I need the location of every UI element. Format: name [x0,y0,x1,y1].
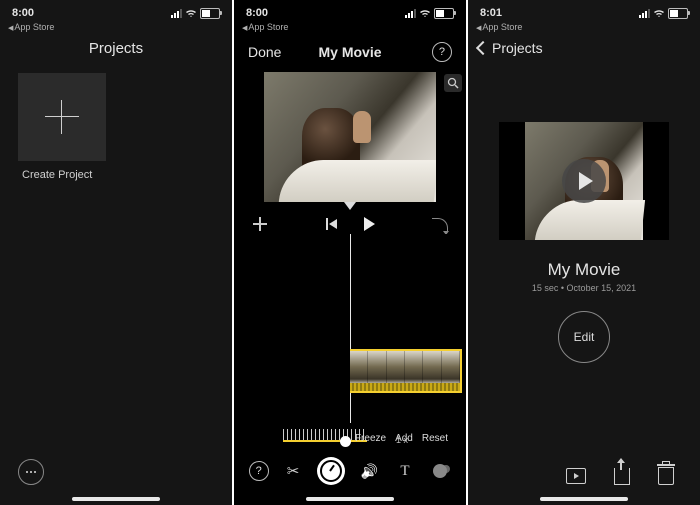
status-bar: 8:00 [0,0,232,22]
chevron-left-icon [476,41,490,55]
project-thumbnail[interactable] [499,122,669,240]
plus-icon [45,100,79,134]
undo-button[interactable] [432,216,448,232]
more-button[interactable] [18,459,44,485]
playhead-marker-icon [344,202,356,210]
battery-icon [200,8,220,19]
split-tool[interactable] [282,460,304,482]
add-button[interactable]: Add [395,433,413,444]
create-project-label: Create Project [0,169,232,181]
screen-projects-list: 8:00 ◀App Store Projects Create Project [0,0,234,505]
create-project-tile[interactable] [18,73,106,161]
screen-editor: 8:00 ◀App Store Done My Movie ? 14.3s [234,0,468,505]
edit-button[interactable]: Edit [558,311,610,363]
back-to-appstore[interactable]: ◀App Store [468,22,700,34]
play-overlay-button[interactable] [562,159,606,203]
wifi-icon [419,9,431,18]
speed-control: 1 x Freeze Add Reset [234,423,466,447]
timeline[interactable] [234,234,466,423]
volume-tool[interactable] [359,460,381,482]
back-to-appstore[interactable]: ◀App Store [234,22,466,34]
back-to-appstore[interactable]: ◀App Store [0,22,232,34]
zoom-button[interactable] [444,74,462,92]
screen-project-detail: 8:01 ◀App Store Projects My Movie 15 sec… [468,0,700,505]
freeze-button[interactable]: Freeze [355,433,386,444]
add-media-button[interactable] [252,216,268,232]
back-button[interactable]: Projects [468,34,700,62]
project-card [499,122,669,240]
movie-title: My Movie [318,44,381,60]
project-title: My Movie [468,260,700,280]
home-indicator[interactable] [72,497,160,501]
signal-icon [171,9,182,18]
timeline-clip[interactable] [350,349,462,393]
play-fullscreen-button[interactable] [566,468,586,484]
help-button[interactable]: ? [432,42,452,62]
speed-knob[interactable] [340,436,351,447]
signal-icon [639,9,650,18]
status-bar: 8:01 [468,0,700,22]
wifi-icon [653,9,665,18]
audio-waveform [350,383,460,391]
wifi-icon [185,9,197,18]
done-button[interactable]: Done [248,44,296,60]
home-indicator[interactable] [306,497,394,501]
delete-button[interactable] [658,467,674,485]
playhead[interactable] [350,234,351,423]
home-indicator[interactable] [540,497,628,501]
skip-start-button[interactable] [323,216,339,232]
page-title: Projects [0,34,232,67]
status-time: 8:01 [480,7,502,19]
status-time: 8:00 [246,7,268,19]
back-label: Projects [492,40,543,56]
transport-controls [234,210,466,234]
editor-header: Done My Movie ? [234,34,466,70]
battery-icon [434,8,454,19]
status-time: 8:00 [12,7,34,19]
video-preview[interactable] [264,72,436,202]
filters-tool[interactable] [429,460,451,482]
project-subtitle: 15 sec • October 15, 2021 [468,283,700,293]
signal-icon [405,9,416,18]
speed-tool[interactable] [317,457,345,485]
status-bar: 8:00 [234,0,466,22]
reset-button[interactable]: Reset [422,433,448,444]
help-button[interactable]: ? [249,461,269,481]
titles-tool[interactable]: T [394,460,416,482]
battery-icon [668,8,688,19]
play-button[interactable] [361,216,377,232]
share-button[interactable] [614,468,630,485]
preview-area: 14.3s [234,70,466,210]
